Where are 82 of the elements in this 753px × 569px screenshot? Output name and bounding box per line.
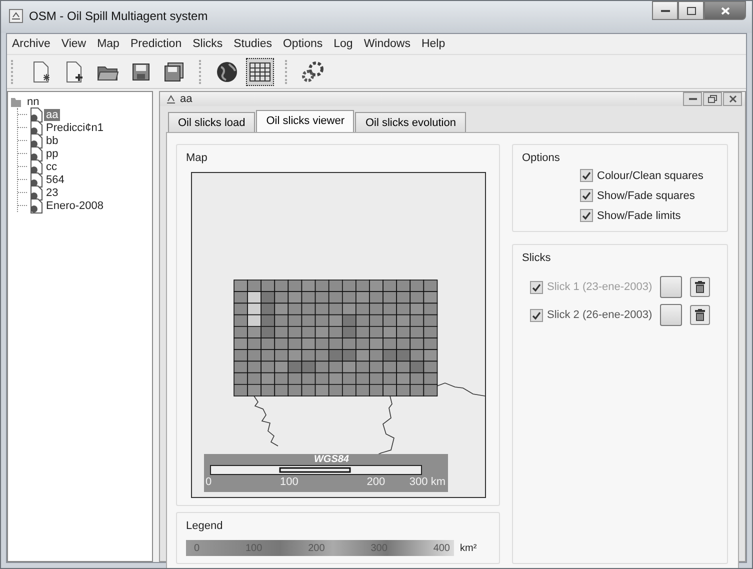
close-button[interactable] [723,92,742,106]
window-title: OSM - Oil Spill Multiagent system [29,9,208,23]
checkbox[interactable] [580,209,593,222]
minimize-icon [660,8,670,12]
datum-label: WGS84 [314,454,349,465]
menu-item[interactable]: Map [97,38,120,50]
close-button[interactable] [704,1,746,20]
close-icon [720,6,730,14]
minimize-button[interactable] [652,1,678,20]
tab[interactable]: Oil slicks evolution [355,112,466,132]
menu-item[interactable]: View [61,38,86,50]
tree-item[interactable]: nn [25,96,42,108]
tree-item[interactable]: Enero-2008 [44,200,106,212]
scale-label: 300 km [409,475,446,490]
floppy-disks-icon [164,62,184,82]
document-gear-icon [28,120,43,136]
maximize-icon [686,6,696,14]
toolbar-button[interactable] [246,58,274,86]
delete-button[interactable] [690,305,710,325]
scale-label: 100 [280,475,298,490]
menu-item[interactable]: Slicks [192,38,223,50]
restore-button[interactable] [703,92,722,106]
close-icon [728,95,736,103]
tree-item[interactable]: Predicci¢n1 [44,122,106,134]
tab[interactable]: Oil slicks load [168,112,256,132]
menu-item[interactable]: Windows [364,38,410,50]
legend-label: 400 [433,542,450,554]
maximize-button[interactable] [678,1,704,20]
minimize-icon [688,98,696,100]
document-gear-icon [28,146,43,162]
document-gear-icon [28,132,43,148]
group-title: Legend [186,520,223,532]
gears-icon [302,60,324,82]
document-gear-icon [28,184,43,200]
color-swatch-button[interactable] [660,276,682,298]
tree-item[interactable]: aa [44,108,60,120]
checkbox-label: Show/Fade limits [597,210,681,222]
trash-icon [695,309,706,321]
menu-item[interactable]: Prediction [130,38,182,50]
unit-label: km² [460,542,477,554]
checkbox[interactable] [580,189,593,202]
tree-item[interactable]: bb [44,134,60,146]
app-icon [9,9,23,23]
checkbox-label: Colour/Clean squares [597,170,704,182]
menu-item[interactable]: Help [421,38,446,50]
scale-label: 200 [366,475,386,490]
delete-button[interactable] [690,277,710,297]
tree-item[interactable]: 23 [44,186,60,198]
restore-icon [708,95,717,103]
menu-item[interactable]: Options [282,38,323,50]
globe-icon [216,60,238,82]
checkbox-label: Slick 2 (26-ene-2003) [547,309,652,321]
checkbox-label: Show/Fade squares [597,190,695,202]
menu-item[interactable]: Archive [12,38,50,50]
minimize-button[interactable] [683,92,702,106]
legend-label: 0 [194,542,200,554]
checkbox[interactable] [580,169,593,182]
new-document-icon [32,60,52,82]
tree-item[interactable]: cc [44,160,59,172]
frame-title: aa [180,93,192,105]
legend-label: 200 [308,542,325,554]
checkbox-label: Slick 1 (23-ene-2003) [547,281,652,293]
checkbox[interactable] [530,308,543,322]
scale-label: 0 [206,475,212,490]
document-gear-icon [28,158,43,174]
tab[interactable]: Oil slicks viewer [256,110,354,132]
frame-icon [166,94,176,104]
group-title: Slicks [522,252,551,264]
menu-item[interactable]: Log [334,38,353,50]
tree-item[interactable]: 564 [44,174,66,186]
folder-icon [10,96,22,108]
document-gear-icon [28,172,43,188]
color-swatch-button[interactable] [660,304,682,326]
document-gear-icon [28,198,43,214]
add-document-icon [65,60,85,82]
menu-item[interactable]: Studies [234,38,272,50]
grid-icon [249,62,271,82]
tree-item[interactable]: pp [44,148,60,160]
group-title: Map [186,152,208,164]
group-title: Options [522,152,560,164]
trash-icon [695,281,706,293]
document-gear-icon [28,106,43,122]
